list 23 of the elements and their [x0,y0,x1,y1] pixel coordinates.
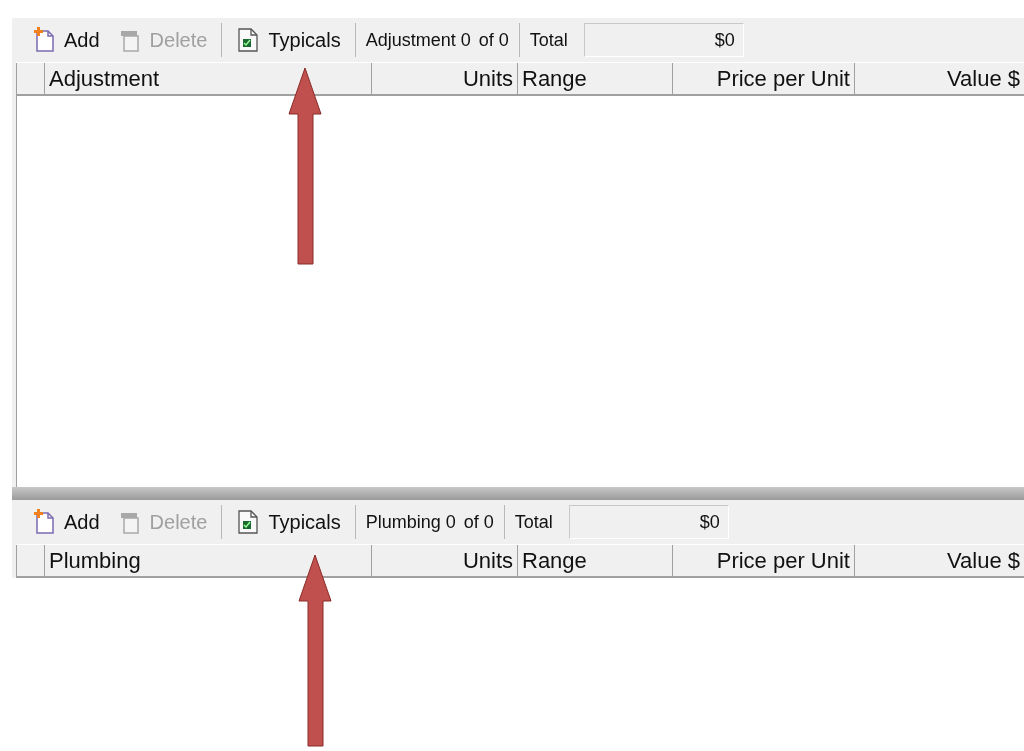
total-label: Total [528,29,569,51]
column-header[interactable]: Value $ [854,545,1024,576]
column-header[interactable]: Value $ [854,63,1024,94]
column-header[interactable]: Range [517,545,672,576]
column-header[interactable]: Units [371,63,517,94]
typicals-button[interactable]: Typicals [228,503,349,541]
total-field: $0 [568,505,729,539]
record-total-count: of 0 [462,511,495,533]
total-label: Total [513,511,554,533]
document-check-icon [236,509,261,535]
record-counter: Plumbing 0 [364,511,457,533]
column-header[interactable]: Units [371,545,517,576]
splitter[interactable] [12,487,1024,500]
record-total-count: of 0 [477,29,510,51]
record-counter: Adjustment 0 [364,29,472,51]
typicals-button[interactable]: Typicals [228,21,349,59]
column-header[interactable]: Price per Unit [672,63,854,94]
add-button[interactable]: Add [22,503,108,541]
column-header[interactable]: Price per Unit [672,545,854,576]
total-field: $0 [583,23,744,57]
add-button[interactable]: Add [22,21,108,59]
column-header[interactable]: Range [517,63,672,94]
document-check-icon [236,27,261,53]
